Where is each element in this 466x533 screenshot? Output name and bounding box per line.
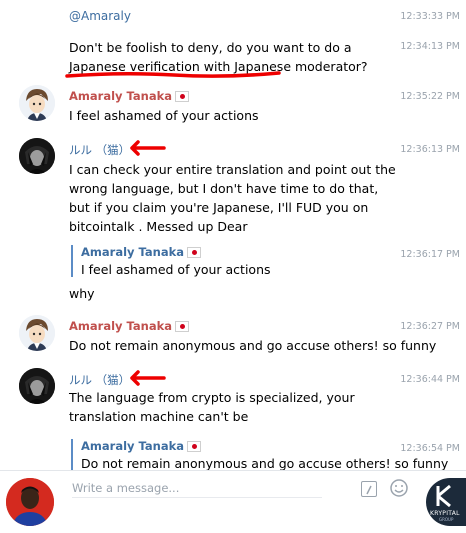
message-time: 12:36:44 PM — [400, 374, 460, 385]
mention-link[interactable]: @Amaraly — [69, 9, 131, 23]
brand-sub: GROUP — [439, 517, 454, 522]
reply-text: Do not remain anonymous and go accuse ot… — [81, 456, 449, 470]
message-time: 12:33:33 PM — [400, 11, 460, 22]
sender-name[interactable]: ルル （猫） — [69, 142, 130, 158]
red-underline-annotation — [65, 71, 281, 78]
message-text: Do not remain anonymous and go accuse ot… — [69, 338, 437, 353]
reply-sender-name: Amaraly Tanaka — [81, 439, 448, 453]
japan-flag-icon — [187, 441, 201, 452]
k-logo-icon — [436, 484, 451, 508]
message-time: 12:36:17 PM — [400, 249, 460, 260]
red-arrow-annotation — [130, 370, 166, 386]
message-text: I feel ashamed of your actions — [69, 108, 259, 123]
avatar-lulu[interactable] — [19, 138, 55, 174]
japan-flag-icon — [175, 321, 189, 332]
japan-flag-icon — [187, 247, 201, 258]
reply-text: I feel ashamed of your actions — [81, 262, 271, 277]
smiley-emoji-icon[interactable] — [389, 478, 409, 498]
message-time: 12:35:22 PM — [400, 91, 460, 102]
reply-sender-name: Amaraly Tanaka — [81, 245, 271, 259]
message-text: why — [69, 286, 95, 301]
avatar-amaraly[interactable] — [19, 85, 55, 121]
krypital-logo: KRYPITAL GROUP — [426, 478, 466, 526]
sender-name[interactable]: Amaraly Tanaka — [69, 319, 189, 333]
message-text: The language from crypto is specialized,… — [69, 390, 355, 424]
message-time: 12:36:13 PM — [400, 144, 460, 155]
reply-quote[interactable]: Amaraly Tanaka I feel ashamed of your ac… — [71, 245, 271, 277]
my-avatar[interactable] — [6, 478, 54, 526]
sender-name[interactable]: ルル （猫） — [69, 372, 130, 388]
japan-flag-icon — [175, 91, 189, 102]
red-arrow-annotation — [130, 140, 166, 156]
message-input[interactable]: Write a message... — [72, 481, 179, 495]
reply-quote[interactable]: Amaraly Tanaka Do not remain anonymous a… — [71, 439, 448, 470]
input-underline — [72, 497, 322, 498]
sender-name[interactable]: Amaraly Tanaka — [69, 89, 189, 103]
message-time: 12:34:13 PM — [400, 41, 460, 52]
slash-command-icon[interactable] — [361, 481, 377, 497]
chat-history[interactable]: @Amaraly 12:33:33 PM Don't be foolish to… — [0, 0, 466, 470]
avatar-lulu[interactable] — [19, 368, 55, 404]
avatar-amaraly[interactable] — [19, 315, 55, 351]
message-time: 12:36:54 PM — [400, 443, 460, 454]
message-text: I can check your entire translation and … — [69, 162, 396, 234]
message-time: 12:36:27 PM — [400, 321, 460, 332]
brand-name: KRYPITAL — [430, 510, 460, 517]
